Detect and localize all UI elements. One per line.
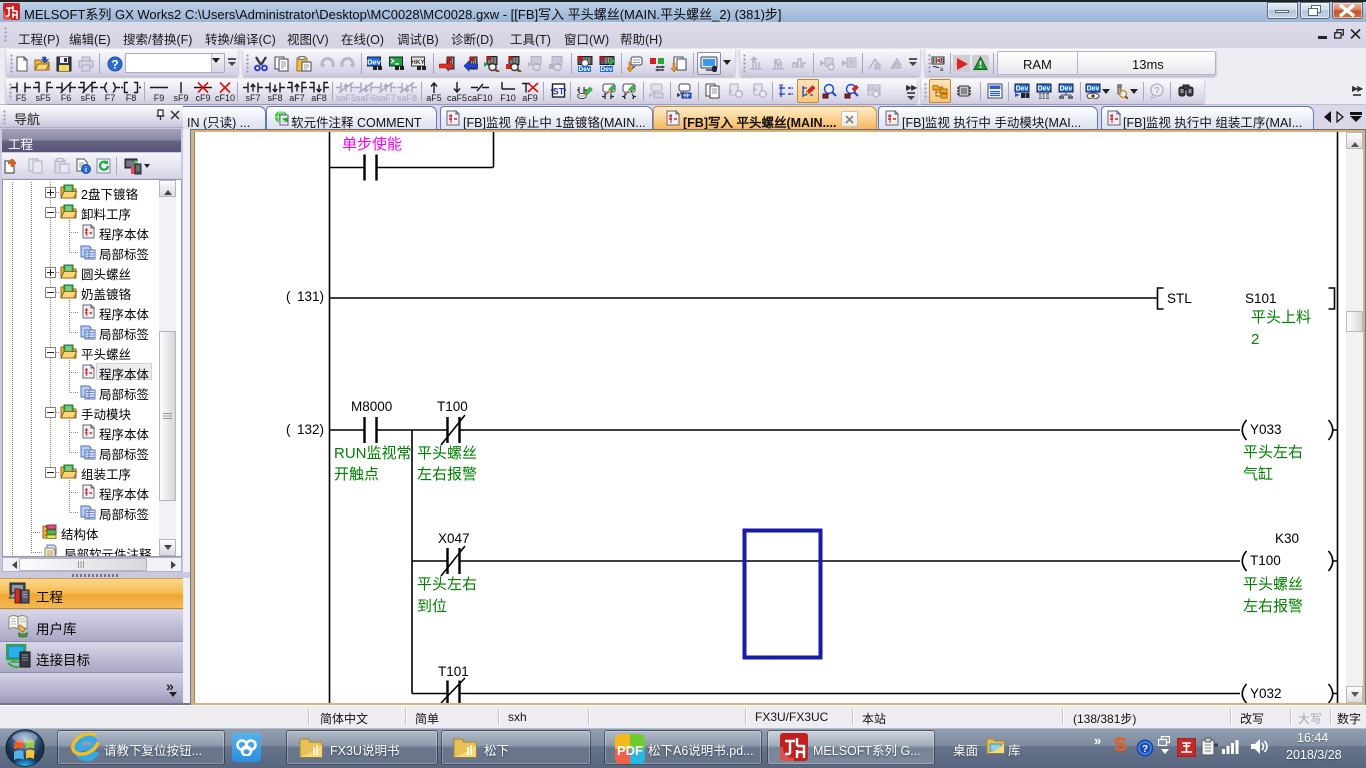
svg-text:HKY: HKY bbox=[411, 59, 425, 66]
svg-text:平头螺丝: 平头螺丝 bbox=[1243, 576, 1303, 593]
svg-text:平头左右: 平头左右 bbox=[1243, 444, 1303, 461]
svg-text:a: a bbox=[940, 67, 944, 72]
svg-text:Dev: Dev bbox=[601, 66, 613, 72]
svg-text:平头左右: 平头左右 bbox=[417, 576, 477, 593]
svg-text:T100: T100 bbox=[437, 399, 468, 414]
svg-text:Y032: Y032 bbox=[1250, 686, 1282, 701]
svg-text:Dev: Dev bbox=[1038, 86, 1051, 93]
svg-text:?: ? bbox=[1154, 86, 1160, 96]
svg-text:ST: ST bbox=[553, 87, 565, 97]
svg-text:(: ( bbox=[286, 289, 291, 304]
svg-text:单步使能: 单步使能 bbox=[342, 136, 402, 153]
svg-text:气缸: 气缸 bbox=[1243, 465, 1273, 483]
svg-text:?: ? bbox=[111, 58, 118, 72]
svg-text:RUN监视常: RUN监视常 bbox=[334, 445, 412, 462]
svg-text:(: ( bbox=[286, 422, 291, 437]
svg-text:平头螺丝: 平头螺丝 bbox=[417, 445, 477, 462]
svg-text:T101: T101 bbox=[438, 664, 469, 679]
svg-text:STL: STL bbox=[1167, 291, 1192, 306]
svg-text:开触点: 开触点 bbox=[334, 466, 379, 483]
svg-text:PDF: PDF bbox=[617, 743, 643, 758]
svg-text:M8000: M8000 bbox=[351, 399, 392, 414]
svg-text:Dev: Dev bbox=[1016, 86, 1029, 93]
svg-text:132): 132) bbox=[297, 422, 324, 437]
svg-text:Dev: Dev bbox=[1060, 86, 1073, 93]
svg-text:K30: K30 bbox=[1275, 531, 1299, 546]
svg-text:131): 131) bbox=[297, 289, 324, 304]
svg-text:?: ? bbox=[1142, 744, 1148, 755]
svg-text:i: i bbox=[85, 167, 87, 174]
svg-text:Y033: Y033 bbox=[1250, 422, 1282, 437]
svg-text:Dev: Dev bbox=[367, 58, 382, 67]
svg-text:Dev: Dev bbox=[1087, 86, 1100, 93]
svg-text:T100: T100 bbox=[1250, 553, 1281, 568]
svg-text:S101: S101 bbox=[1245, 291, 1277, 306]
svg-text:左右报警: 左右报警 bbox=[1243, 598, 1303, 615]
svg-text:平头上料: 平头上料 bbox=[1251, 309, 1311, 326]
svg-text:到位: 到位 bbox=[417, 598, 447, 615]
svg-text:X047: X047 bbox=[438, 531, 470, 546]
svg-text:Dev: Dev bbox=[579, 66, 591, 72]
svg-text:左右报警: 左右报警 bbox=[417, 466, 477, 483]
svg-text:2: 2 bbox=[1251, 331, 1259, 348]
